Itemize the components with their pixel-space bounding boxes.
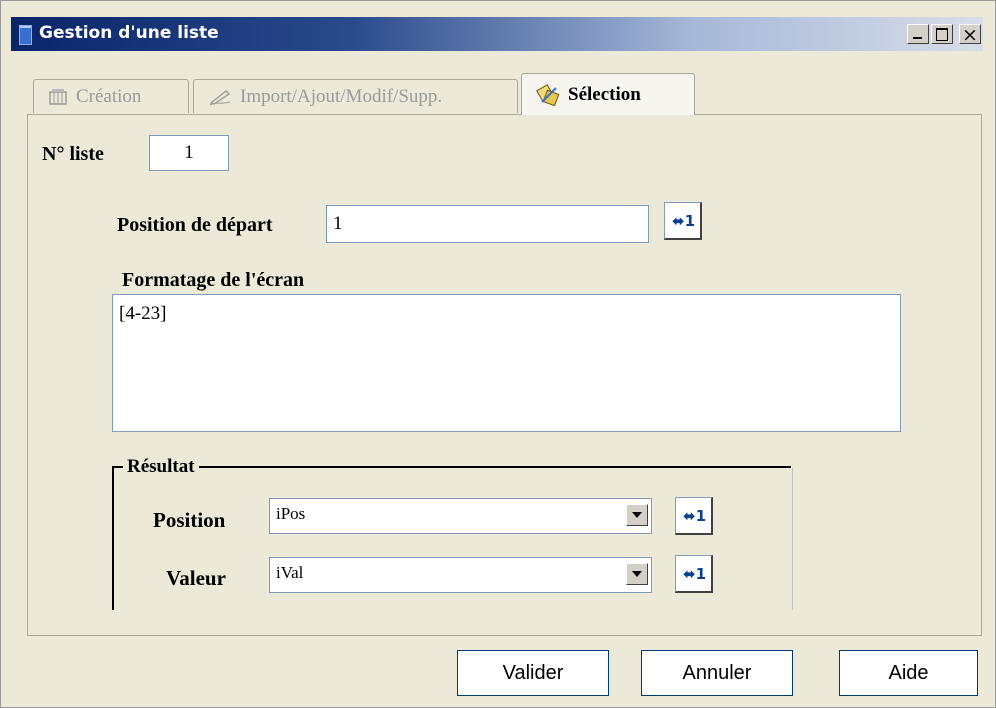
list-number-label: N° liste (42, 143, 104, 165)
chevron-down-icon[interactable] (626, 504, 648, 526)
value-picker-button[interactable]: ⬌1 (675, 555, 713, 593)
maximize-button[interactable] (931, 24, 953, 44)
value-select-value: iVal (276, 563, 304, 582)
edit-pen-icon (209, 89, 231, 105)
tab-label: Sélection (568, 83, 641, 105)
list-number-field[interactable]: 1 (149, 135, 229, 171)
value-select[interactable]: iVal (269, 557, 652, 593)
tab-label: Création (76, 85, 142, 107)
position-select-value: iPos (276, 504, 306, 523)
creation-icon (49, 88, 67, 105)
result-group-legend: Résultat (123, 456, 199, 478)
tab-creation[interactable]: Création (33, 79, 189, 113)
start-position-picker-button[interactable]: ⬌1 (664, 202, 702, 240)
start-position-label: Position de départ (117, 214, 273, 236)
position-label: Position (153, 508, 226, 532)
variable-picker-icon: ⬌1 (683, 507, 707, 525)
tab-selection[interactable]: Sélection (521, 73, 695, 115)
title-bar[interactable]: Gestion d'une liste × (11, 17, 983, 51)
screen-format-textarea[interactable]: [4-23] (112, 294, 901, 432)
dialog-window: Gestion d'une liste × Création Import/Aj… (0, 0, 996, 708)
app-icon (19, 25, 32, 45)
variable-picker-icon: ⬌1 (672, 212, 696, 230)
chevron-down-icon[interactable] (626, 563, 648, 585)
minimize-button[interactable] (907, 24, 929, 44)
tab-label: Import/Ajout/Modif/Supp. (240, 85, 443, 107)
window-title: Gestion d'une liste (39, 23, 219, 43)
start-position-input[interactable]: 1 (326, 205, 649, 243)
value-label: Valeur (166, 566, 226, 590)
position-picker-button[interactable]: ⬌1 (675, 497, 713, 535)
tab-import-ajout-modif-supp[interactable]: Import/Ajout/Modif/Supp. (193, 79, 518, 113)
validate-button[interactable]: Valider (457, 650, 609, 696)
screen-format-label: Formatage de l'écran (122, 269, 305, 291)
position-select[interactable]: iPos (269, 498, 652, 534)
close-icon: × (962, 24, 978, 46)
selection-icon (536, 83, 560, 106)
cancel-button[interactable]: Annuler (641, 650, 793, 696)
close-button[interactable]: × (959, 24, 981, 46)
help-button[interactable]: Aide (839, 650, 978, 696)
variable-picker-icon: ⬌1 (683, 565, 707, 583)
